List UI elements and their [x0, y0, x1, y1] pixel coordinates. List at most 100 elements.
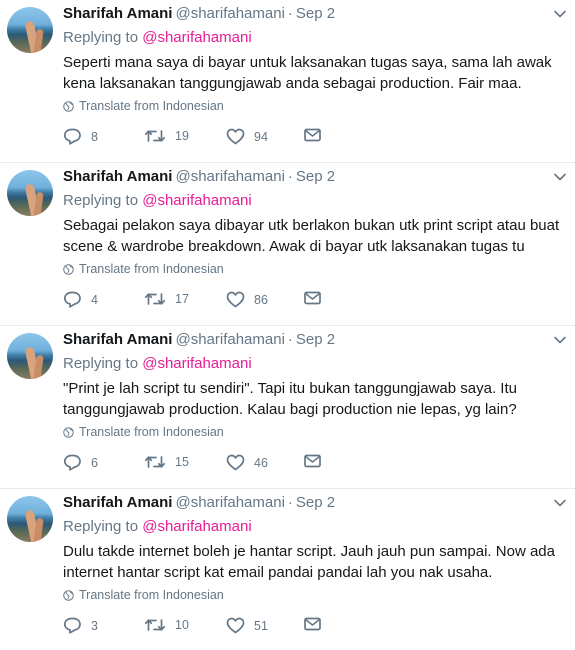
replying-to-label: Replying to [63, 518, 139, 535]
globe-icon [63, 100, 74, 112]
translate-label: Translate from Indonesian [79, 262, 224, 276]
like-button[interactable]: 94 [226, 128, 268, 145]
translate-link[interactable]: Translate from Indonesian [63, 424, 224, 440]
avatar[interactable] [7, 496, 53, 542]
tweet-actions: 8 19 94 [63, 128, 343, 148]
avatar[interactable] [7, 333, 53, 379]
replying-to-mention[interactable]: @sharifahamani [142, 29, 251, 46]
envelope-icon [304, 454, 321, 468]
reply-button[interactable]: 4 [63, 291, 98, 308]
translate-label: Translate from Indonesian [79, 99, 224, 113]
replying-to-label: Replying to [63, 29, 139, 46]
replying-to-mention[interactable]: @sharifahamani [142, 518, 251, 535]
tweet-text: Seperti mana saya di bayar untuk laksana… [63, 54, 552, 92]
like-count: 46 [254, 455, 268, 470]
chevron-down-icon[interactable] [553, 496, 567, 510]
username[interactable]: @sharifahamani [175, 5, 284, 22]
retweet-count: 15 [175, 455, 189, 469]
tweet-date[interactable]: Sep 2 [296, 331, 335, 348]
tweet-header: Sharifah Amani @sharifahamani · Sep 2 [63, 168, 335, 186]
retweet-button[interactable]: 19 [144, 128, 189, 144]
translate-link[interactable]: Translate from Indonesian [63, 587, 224, 603]
replying-to-mention[interactable]: @sharifahamani [142, 192, 251, 209]
username[interactable]: @sharifahamani [175, 331, 284, 348]
like-button[interactable]: 86 [226, 291, 268, 308]
tweet-text: "Print je lah script tu sendiri". Tapi i… [63, 380, 517, 418]
reply-count: 4 [91, 292, 98, 307]
tweet-actions: 4 17 86 [63, 291, 343, 311]
translate-link[interactable]: Translate from Indonesian [63, 98, 224, 114]
translate-label: Translate from Indonesian [79, 588, 224, 602]
separator: · [287, 331, 293, 348]
replying-to-label: Replying to [63, 192, 139, 209]
chevron-down-icon[interactable] [553, 7, 567, 21]
reply-icon [63, 291, 81, 308]
tweet-header: Sharifah Amani @sharifahamani · Sep 2 [63, 5, 335, 23]
tweet-date[interactable]: Sep 2 [296, 5, 335, 22]
like-button[interactable]: 46 [226, 454, 268, 471]
separator: · [287, 168, 293, 185]
display-name[interactable]: Sharifah Amani [63, 331, 172, 348]
tweet-text: Sebagai pelakon saya dibayar utk berlako… [63, 217, 560, 255]
tweet-date[interactable]: Sep 2 [296, 494, 335, 511]
tweet-actions: 3 10 51 [63, 617, 343, 637]
retweet-count: 19 [175, 129, 189, 143]
username[interactable]: @sharifahamani [175, 168, 284, 185]
direct-message-button[interactable] [304, 454, 330, 468]
like-count: 51 [254, 618, 268, 633]
retweet-count: 17 [175, 292, 189, 306]
retweet-icon [144, 456, 166, 468]
replying-to-mention[interactable]: @sharifahamani [142, 355, 251, 372]
direct-message-button[interactable] [304, 128, 330, 142]
retweet-button[interactable]: 10 [144, 617, 189, 633]
reply-icon [63, 454, 81, 471]
tweet[interactable]: Sharifah Amani @sharifahamani · Sep 2 Reply… [0, 489, 575, 650]
tweet-header: Sharifah Amani @sharifahamani · Sep 2 [63, 331, 335, 349]
tweet-timeline: Sharifah Amani @sharifahamani · Sep 2 Reply… [0, 0, 575, 650]
avatar[interactable] [7, 170, 53, 216]
tweet-text: Dulu takde internet boleh je hantar scri… [63, 543, 555, 581]
chevron-down-icon[interactable] [553, 170, 567, 184]
direct-message-button[interactable] [304, 291, 330, 305]
direct-message-button[interactable] [304, 617, 330, 631]
retweet-count: 10 [175, 618, 189, 632]
chevron-down-icon[interactable] [553, 333, 567, 347]
tweet[interactable]: Sharifah Amani @sharifahamani · Sep 2 Reply… [0, 326, 575, 489]
like-button[interactable]: 51 [226, 617, 268, 634]
heart-icon [226, 617, 245, 634]
replying-to: Replying to @sharifahamani [63, 355, 252, 373]
envelope-icon [304, 128, 321, 142]
replying-to-label: Replying to [63, 355, 139, 372]
replying-to: Replying to @sharifahamani [63, 518, 252, 536]
tweet-header: Sharifah Amani @sharifahamani · Sep 2 [63, 494, 335, 512]
reply-icon [63, 128, 81, 145]
heart-icon [226, 128, 245, 145]
retweet-icon [144, 619, 166, 631]
retweet-button[interactable]: 15 [144, 454, 189, 470]
separator: · [287, 5, 293, 22]
replying-to: Replying to @sharifahamani [63, 29, 252, 47]
tweet[interactable]: Sharifah Amani @sharifahamani · Sep 2 Reply… [0, 163, 575, 326]
globe-icon [63, 263, 74, 275]
display-name[interactable]: Sharifah Amani [63, 168, 172, 185]
reply-icon [63, 617, 81, 634]
tweet[interactable]: Sharifah Amani @sharifahamani · Sep 2 Reply… [0, 0, 575, 163]
envelope-icon [304, 617, 321, 631]
translate-link[interactable]: Translate from Indonesian [63, 261, 224, 277]
retweet-button[interactable]: 17 [144, 291, 189, 307]
globe-icon [63, 426, 74, 438]
tweet-date[interactable]: Sep 2 [296, 168, 335, 185]
display-name[interactable]: Sharifah Amani [63, 5, 172, 22]
retweet-icon [144, 293, 166, 305]
like-count: 94 [254, 129, 268, 144]
like-count: 86 [254, 292, 268, 307]
globe-icon [63, 589, 74, 601]
reply-button[interactable]: 8 [63, 128, 98, 145]
avatar[interactable] [7, 7, 53, 53]
reply-button[interactable]: 3 [63, 617, 98, 634]
reply-button[interactable]: 6 [63, 454, 98, 471]
heart-icon [226, 291, 245, 308]
username[interactable]: @sharifahamani [175, 494, 284, 511]
display-name[interactable]: Sharifah Amani [63, 494, 172, 511]
replying-to: Replying to @sharifahamani [63, 192, 252, 210]
